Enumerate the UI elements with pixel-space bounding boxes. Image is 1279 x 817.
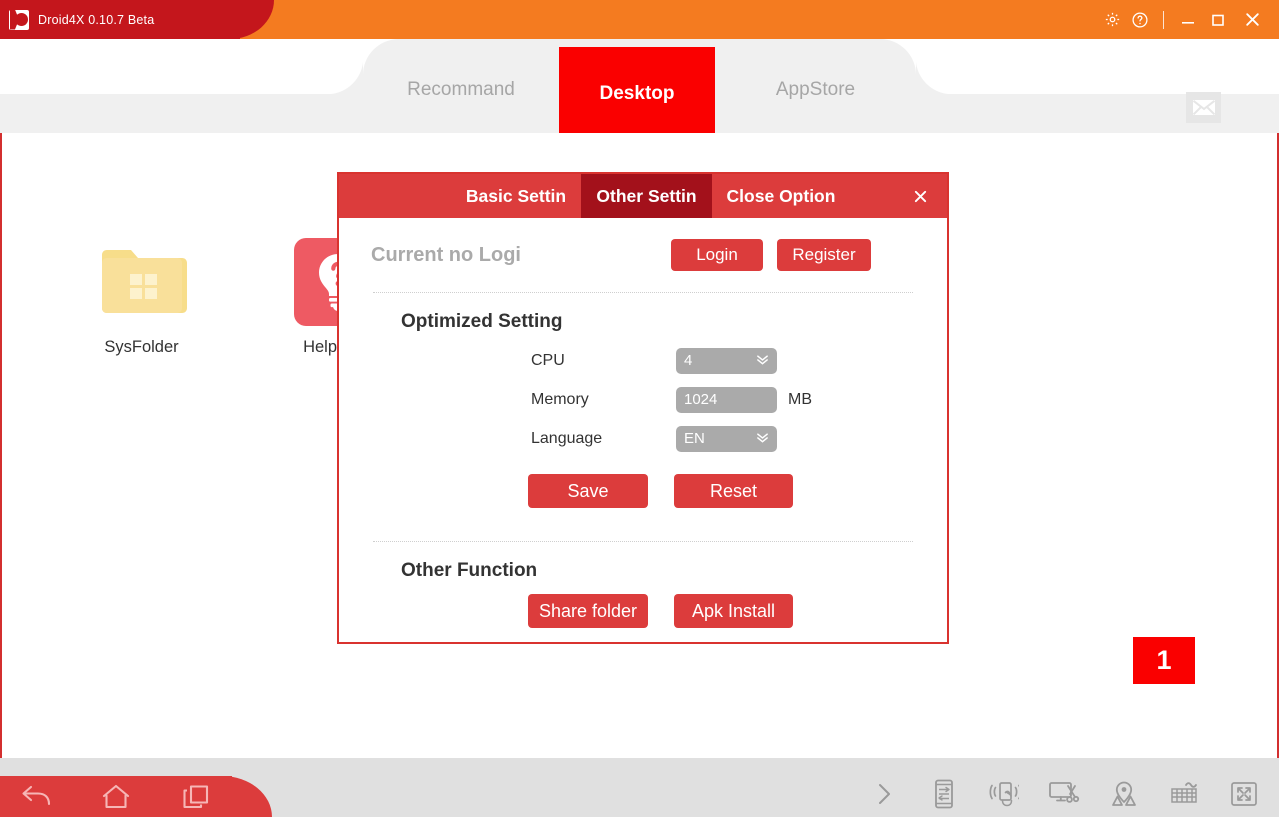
save-button[interactable]: Save [528,474,648,508]
keyboard-mapping-icon[interactable] [1167,777,1201,811]
login-row: Current no Logi Login Register [371,218,915,292]
section-divider [373,292,913,293]
chevron-down-icon [756,352,769,369]
droid4x-logo-icon [9,9,29,30]
window-title: Droid4X 0.10.7 Beta [38,12,155,27]
maximize-icon[interactable] [1203,0,1233,39]
mail-envelope-icon[interactable] [1186,92,1221,123]
memory-unit-label: MB [788,390,812,408]
droid4x-window: Droid4X 0.10.7 Beta Recommand Desktop Ap… [0,0,1279,817]
language-row: Language EN [531,419,915,458]
fullscreen-icon[interactable] [1227,777,1261,811]
desktop-icon-sysfolder[interactable]: SysFolder [64,238,219,357]
dialog-close-icon[interactable] [901,174,939,218]
folder-icon [95,238,189,326]
cpu-value: 4 [684,352,693,369]
dialog-tab-other-setting[interactable]: Other Settin [581,174,712,218]
optimized-actions: Save Reset [528,474,915,508]
status-badge: 1 [1133,637,1195,684]
cpu-label: CPU [531,351,565,369]
dialog-tab-basic-setting[interactable]: Basic Settin [451,174,581,218]
tab-group: Recommand Desktop AppStore [327,39,952,133]
dialog-header: Basic Settin Other Settin Close Option [339,174,947,218]
other-function-title: Other Function [401,560,538,581]
reset-button[interactable]: Reset [674,474,793,508]
minimize-icon[interactable] [1173,0,1203,39]
optimized-setting-title: Optimized Setting [401,311,563,332]
dialog-body: Current no Logi Login Register Optimized… [339,218,947,642]
emulator-tools [867,772,1261,816]
language-label: Language [531,429,603,447]
expand-chevron-icon[interactable] [867,777,901,811]
controls-divider [1163,10,1164,29]
share-folder-button[interactable]: Share folder [528,594,648,628]
screenshot-icon[interactable] [1047,777,1081,811]
volume-device-icon[interactable] [927,777,961,811]
memory-input[interactable]: 1024 [676,386,777,413]
section-divider-2 [373,541,913,542]
language-value: EN [684,430,705,447]
main-tab-strip: Recommand Desktop AppStore [0,39,1279,133]
cpu-select[interactable]: 4 [676,347,777,374]
dialog-tab-close-option[interactable]: Close Option [712,174,850,218]
bottom-bar [0,758,1279,817]
login-status-text: Current no Logi [371,243,521,266]
tab-desktop[interactable]: Desktop [559,47,715,133]
dialog-tab-group: Basic Settin Other Settin Close Option [451,174,850,218]
settings-dialog: Basic Settin Other Settin Close Option C… [337,172,949,644]
memory-label: Memory [531,390,589,408]
login-button[interactable]: Login [671,239,763,271]
android-nav-bar [0,776,272,817]
register-button[interactable]: Register [777,239,871,271]
home-icon[interactable] [98,779,134,815]
language-select[interactable]: EN [676,425,777,452]
shake-device-icon[interactable] [987,777,1021,811]
memory-value: 1024 [684,391,718,408]
title-bar-brand: Droid4X 0.10.7 Beta [0,0,274,39]
settings-gear-icon[interactable] [1098,0,1126,39]
memory-row: Memory 1024 MB [531,380,915,419]
apk-install-button[interactable]: Apk Install [674,594,793,628]
location-icon[interactable] [1107,777,1141,811]
window-controls [1098,0,1267,39]
title-bar: Droid4X 0.10.7 Beta [0,0,1279,39]
close-icon[interactable] [1237,0,1267,39]
chevron-down-icon [756,430,769,447]
cpu-row: CPU 4 [531,341,915,380]
help-question-icon[interactable] [1126,0,1154,39]
other-function-actions: Share folder Apk Install [528,594,915,628]
back-icon[interactable] [18,779,54,815]
recent-apps-icon[interactable] [178,779,214,815]
tab-appstore[interactable]: AppStore [715,39,916,133]
desktop-icon-label: SysFolder [104,338,179,356]
tab-recommand[interactable]: Recommand [363,39,559,133]
